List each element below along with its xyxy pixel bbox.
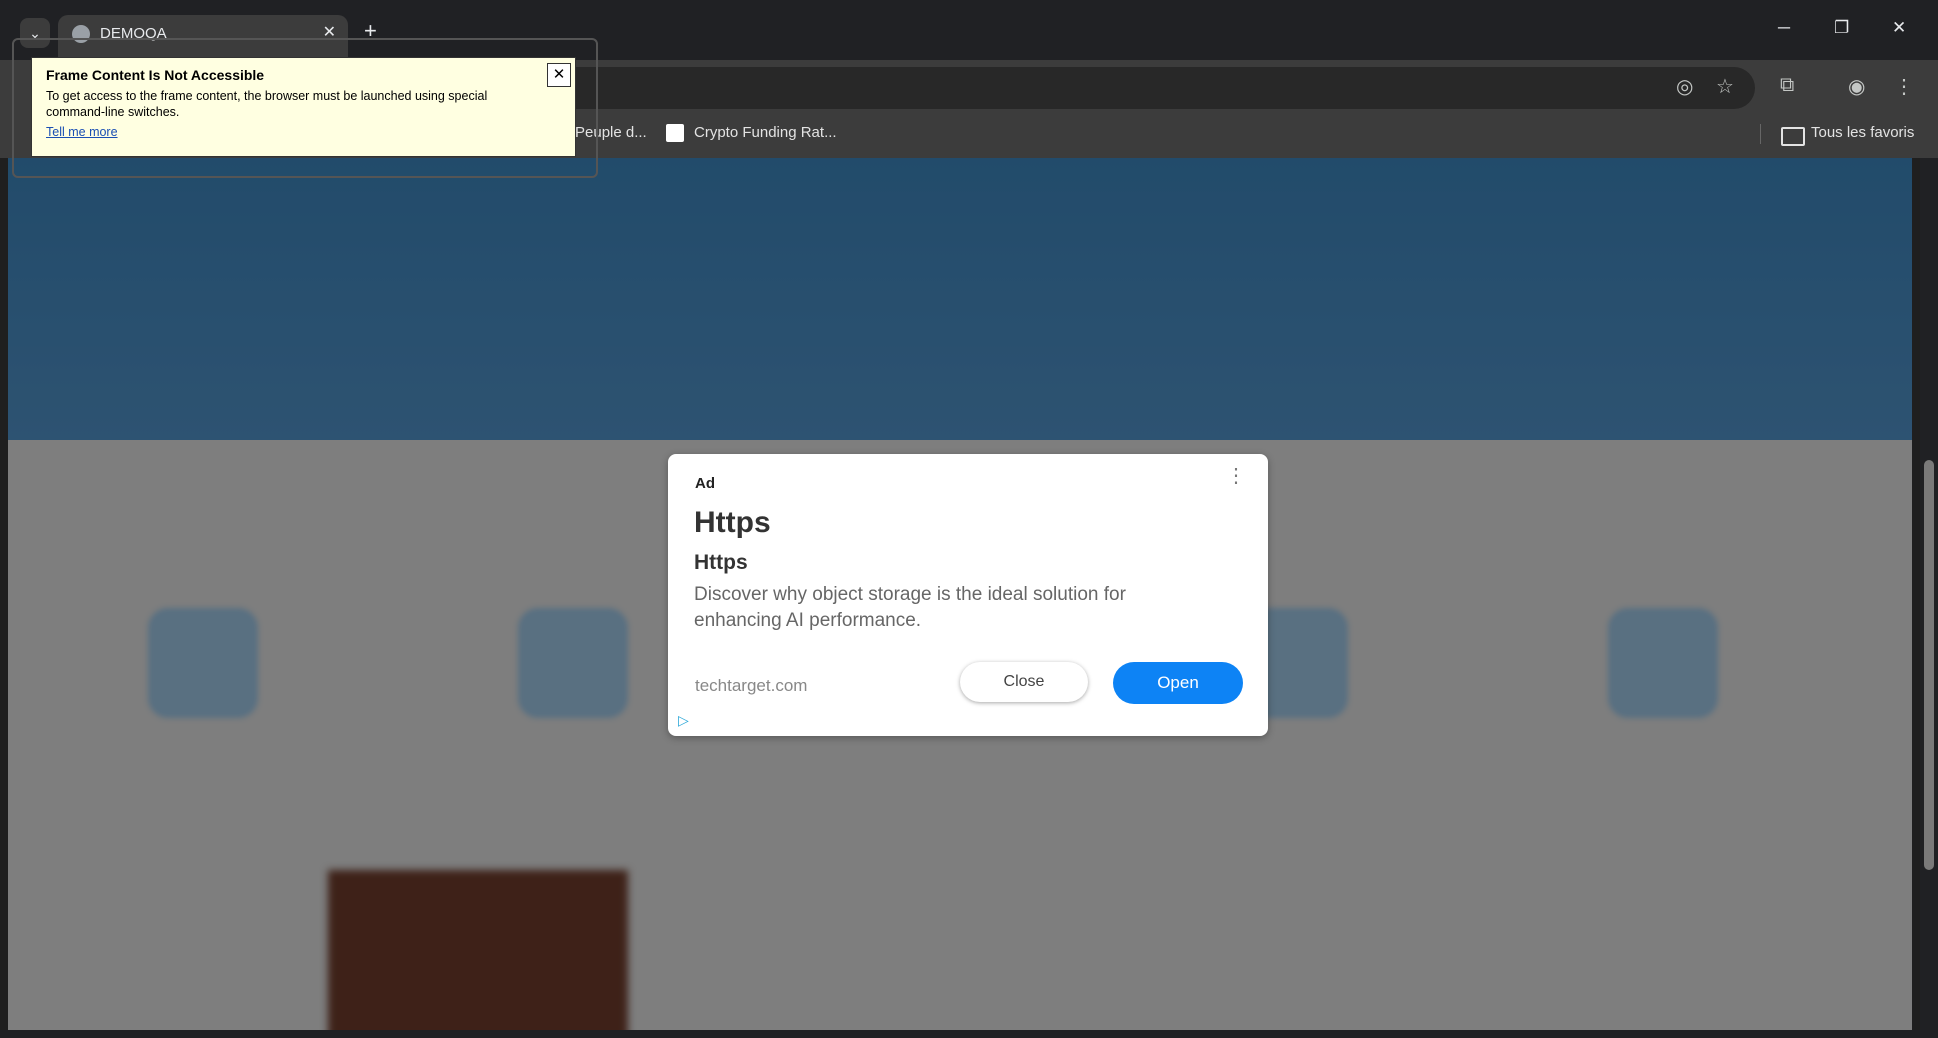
ad-label: Ad bbox=[695, 475, 715, 492]
bookmark-item[interactable]: Crypto Funding Rat... bbox=[694, 124, 837, 141]
profile-icon[interactable]: ◉ bbox=[1848, 74, 1865, 99]
ad-domain: techtarget.com bbox=[695, 676, 808, 695]
bookmark-favicon-icon bbox=[666, 124, 684, 142]
frame-not-accessible-tooltip: Frame Content Is Not Accessible To get a… bbox=[31, 57, 576, 157]
tooltip-body: To get access to the frame content, the … bbox=[46, 89, 488, 119]
ad-subheadline: Https bbox=[694, 551, 748, 574]
tooltip-title: Frame Content Is Not Accessible bbox=[46, 67, 265, 83]
window-close-button[interactable]: ✕ bbox=[1892, 18, 1906, 38]
ad-open-button[interactable]: Open bbox=[1113, 662, 1243, 704]
all-bookmarks[interactable]: Tous les favoris bbox=[1811, 124, 1914, 141]
restore-button[interactable]: ❐ bbox=[1834, 18, 1849, 38]
folder-icon bbox=[1781, 127, 1805, 146]
scrollbar[interactable] bbox=[1920, 158, 1938, 1030]
ad-dialog: Ad ⋮ Https Https Discover why object sto… bbox=[668, 454, 1268, 736]
status-bar bbox=[0, 1030, 1938, 1038]
scrollbar-thumb[interactable] bbox=[1924, 460, 1934, 870]
browser-menu-icon[interactable]: ⋮ bbox=[1894, 74, 1914, 99]
ad-description: Discover why object storage is the ideal… bbox=[694, 584, 1126, 631]
tooltip-close-icon[interactable]: ✕ bbox=[547, 63, 571, 87]
ad-menu-icon[interactable]: ⋮ bbox=[1226, 466, 1246, 486]
eye-off-icon[interactable]: ◎ bbox=[1676, 74, 1693, 99]
minimize-button[interactable]: ─ bbox=[1778, 18, 1790, 38]
adchoices-icon[interactable]: ▷ bbox=[678, 712, 689, 729]
ad-close-button[interactable]: Close bbox=[960, 662, 1088, 702]
tell-me-more-link[interactable]: Tell me more bbox=[46, 125, 118, 139]
ad-headline: Https bbox=[694, 506, 771, 539]
bookmark-star-icon[interactable]: ☆ bbox=[1716, 74, 1734, 99]
extensions-icon[interactable]: ⧉ bbox=[1780, 74, 1794, 97]
bookmarks-divider bbox=[1760, 124, 1761, 144]
